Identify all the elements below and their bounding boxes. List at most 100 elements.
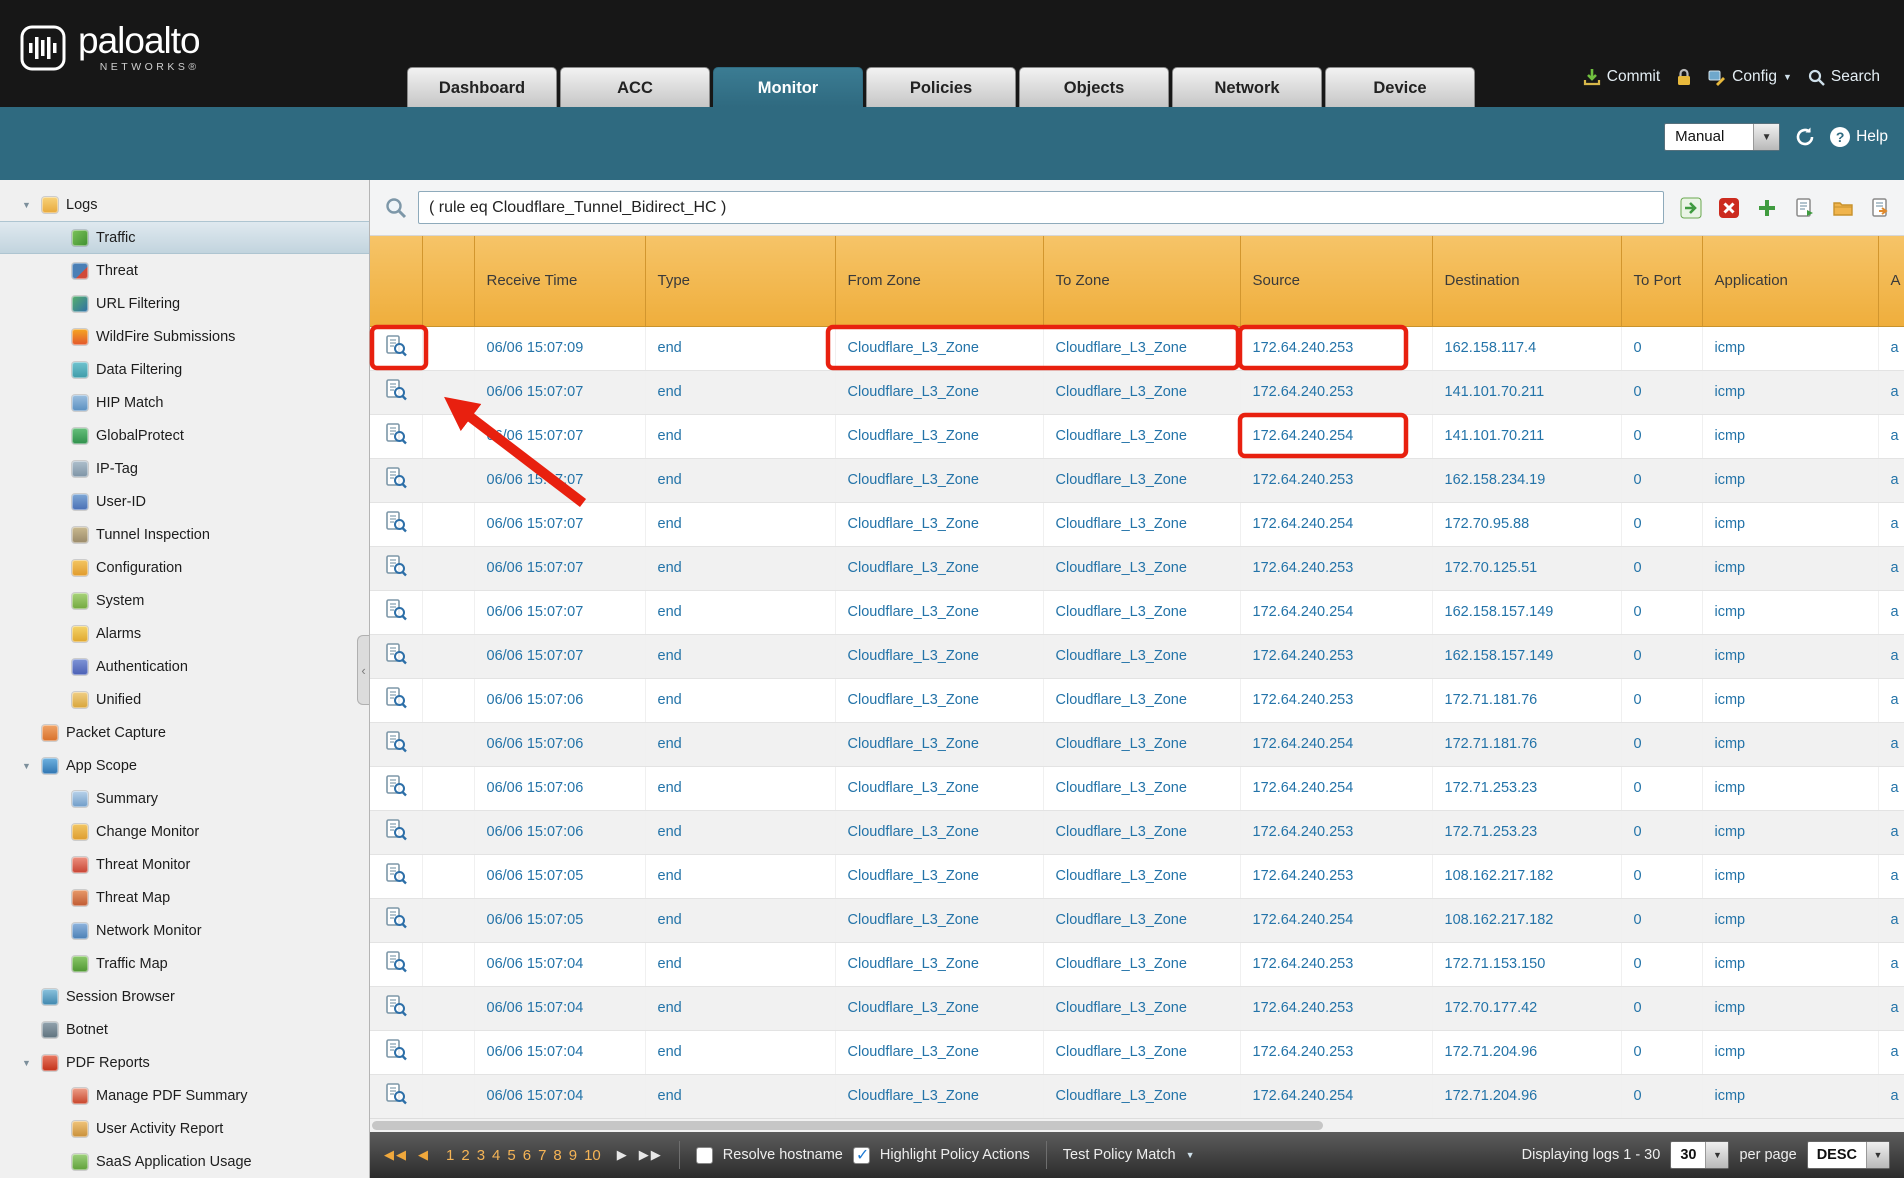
sidebar-item[interactable]: Threat Monitor: [0, 848, 369, 881]
sidebar-item[interactable]: Network Monitor: [0, 914, 369, 947]
page-number[interactable]: 5: [507, 1147, 515, 1164]
sidebar-item[interactable]: Change Monitor: [0, 815, 369, 848]
type-cell[interactable]: end: [645, 986, 835, 1030]
from-zone-cell[interactable]: Cloudflare_L3_Zone: [835, 590, 1043, 634]
log-row[interactable]: 06/06 15:07:06 end Cloudflare_L3_Zone Cl…: [370, 810, 1904, 854]
application-cell[interactable]: icmp: [1702, 458, 1878, 502]
application-cell[interactable]: icmp: [1702, 634, 1878, 678]
refresh-interval-caret-icon[interactable]: ▼: [1753, 124, 1779, 150]
receive-time-cell[interactable]: 06/06 15:07:04: [474, 942, 645, 986]
to-zone-cell[interactable]: Cloudflare_L3_Zone: [1043, 414, 1240, 458]
load-filter-button[interactable]: [1830, 195, 1856, 221]
destination-cell[interactable]: 172.71.181.76: [1432, 678, 1621, 722]
from-zone-cell[interactable]: Cloudflare_L3_Zone: [835, 546, 1043, 590]
source-cell[interactable]: 172.64.240.254: [1240, 1074, 1432, 1118]
sidebar-item[interactable]: ▼ PDF Reports: [0, 1046, 369, 1079]
log-detail-button[interactable]: [370, 326, 422, 370]
type-cell[interactable]: end: [645, 810, 835, 854]
to-zone-cell[interactable]: Cloudflare_L3_Zone: [1043, 1030, 1240, 1074]
scrollbar-thumb[interactable]: [372, 1121, 1323, 1130]
page-number[interactable]: 8: [553, 1147, 561, 1164]
action-cell[interactable]: a: [1878, 458, 1904, 502]
source-cell[interactable]: 172.64.240.254: [1240, 590, 1432, 634]
destination-cell[interactable]: 162.158.157.149: [1432, 590, 1621, 634]
to-port-cell[interactable]: 0: [1621, 590, 1702, 634]
receive-time-cell[interactable]: 06/06 15:07:04: [474, 1030, 645, 1074]
sidebar-item[interactable]: Data Filtering: [0, 353, 369, 386]
from-zone-cell[interactable]: Cloudflare_L3_Zone: [835, 634, 1043, 678]
receive-time-cell[interactable]: 06/06 15:07:09: [474, 326, 645, 370]
log-detail-button[interactable]: [370, 546, 422, 590]
apply-filter-button[interactable]: [1678, 195, 1704, 221]
to-zone-cell[interactable]: Cloudflare_L3_Zone: [1043, 898, 1240, 942]
action-cell[interactable]: a: [1878, 898, 1904, 942]
receive-time-cell[interactable]: 06/06 15:07:06: [474, 678, 645, 722]
refresh-interval-select[interactable]: Manual ▼: [1664, 123, 1780, 151]
to-port-cell[interactable]: 0: [1621, 986, 1702, 1030]
sidebar-item[interactable]: IP-Tag: [0, 452, 369, 485]
receive-time-cell[interactable]: 06/06 15:07:07: [474, 634, 645, 678]
to-port-cell[interactable]: 0: [1621, 1074, 1702, 1118]
application-cell[interactable]: icmp: [1702, 414, 1878, 458]
type-cell[interactable]: end: [645, 942, 835, 986]
to-zone-cell[interactable]: Cloudflare_L3_Zone: [1043, 546, 1240, 590]
log-detail-button[interactable]: [370, 502, 422, 546]
sidebar-item[interactable]: Configuration: [0, 551, 369, 584]
to-zone-cell[interactable]: Cloudflare_L3_Zone: [1043, 458, 1240, 502]
type-cell[interactable]: end: [645, 590, 835, 634]
receive-time-cell[interactable]: 06/06 15:07:06: [474, 722, 645, 766]
receive-time-cell[interactable]: 06/06 15:07:04: [474, 986, 645, 1030]
to-port-cell[interactable]: 0: [1621, 458, 1702, 502]
type-cell[interactable]: end: [645, 898, 835, 942]
to-zone-cell[interactable]: Cloudflare_L3_Zone: [1043, 942, 1240, 986]
sidebar-item[interactable]: Alarms: [0, 617, 369, 650]
sidebar-item[interactable]: Session Browser: [0, 980, 369, 1013]
log-row[interactable]: 06/06 15:07:04 end Cloudflare_L3_Zone Cl…: [370, 1030, 1904, 1074]
to-port-cell[interactable]: 0: [1621, 414, 1702, 458]
log-row[interactable]: 06/06 15:07:05 end Cloudflare_L3_Zone Cl…: [370, 898, 1904, 942]
log-row[interactable]: 06/06 15:07:07 end Cloudflare_L3_Zone Cl…: [370, 458, 1904, 502]
application-cell[interactable]: icmp: [1702, 986, 1878, 1030]
col-receive-time[interactable]: Receive Time: [474, 236, 645, 326]
to-port-cell[interactable]: 0: [1621, 1030, 1702, 1074]
destination-cell[interactable]: 172.71.153.150: [1432, 942, 1621, 986]
action-cell[interactable]: a: [1878, 854, 1904, 898]
page-number[interactable]: 3: [477, 1147, 485, 1164]
to-zone-cell[interactable]: Cloudflare_L3_Zone: [1043, 1074, 1240, 1118]
log-row[interactable]: 06/06 15:07:07 end Cloudflare_L3_Zone Cl…: [370, 634, 1904, 678]
to-zone-cell[interactable]: Cloudflare_L3_Zone: [1043, 370, 1240, 414]
per-page-select[interactable]: 30 ▼: [1670, 1141, 1729, 1169]
to-zone-cell[interactable]: Cloudflare_L3_Zone: [1043, 722, 1240, 766]
application-cell[interactable]: icmp: [1702, 1074, 1878, 1118]
log-detail-button[interactable]: [370, 810, 422, 854]
col-destination[interactable]: Destination: [1432, 236, 1621, 326]
log-row[interactable]: 06/06 15:07:04 end Cloudflare_L3_Zone Cl…: [370, 986, 1904, 1030]
log-detail-button[interactable]: [370, 722, 422, 766]
source-cell[interactable]: 172.64.240.254: [1240, 502, 1432, 546]
page-number[interactable]: 1: [446, 1147, 454, 1164]
test-policy-match-button[interactable]: Test Policy Match: [1063, 1147, 1176, 1163]
page-number[interactable]: 10: [584, 1147, 601, 1164]
to-port-cell[interactable]: 0: [1621, 502, 1702, 546]
action-cell[interactable]: a: [1878, 370, 1904, 414]
log-row[interactable]: 06/06 15:07:07 end Cloudflare_L3_Zone Cl…: [370, 546, 1904, 590]
receive-time-cell[interactable]: 06/06 15:07:07: [474, 458, 645, 502]
action-cell[interactable]: a: [1878, 414, 1904, 458]
from-zone-cell[interactable]: Cloudflare_L3_Zone: [835, 898, 1043, 942]
type-cell[interactable]: end: [645, 678, 835, 722]
expander-icon[interactable]: ▼: [22, 200, 42, 210]
receive-time-cell[interactable]: 06/06 15:07:07: [474, 414, 645, 458]
to-port-cell[interactable]: 0: [1621, 370, 1702, 414]
main-tab[interactable]: Objects: [1019, 67, 1169, 107]
receive-time-cell[interactable]: 06/06 15:07:04: [474, 1074, 645, 1118]
source-cell[interactable]: 172.64.240.253: [1240, 986, 1432, 1030]
to-zone-cell[interactable]: Cloudflare_L3_Zone: [1043, 678, 1240, 722]
application-cell[interactable]: icmp: [1702, 766, 1878, 810]
action-cell[interactable]: a: [1878, 678, 1904, 722]
col-to-port[interactable]: To Port: [1621, 236, 1702, 326]
from-zone-cell[interactable]: Cloudflare_L3_Zone: [835, 1074, 1043, 1118]
destination-cell[interactable]: 172.70.177.42: [1432, 986, 1621, 1030]
sidebar-item[interactable]: ▼ Logs: [0, 188, 369, 221]
application-cell[interactable]: icmp: [1702, 546, 1878, 590]
page-number[interactable]: 7: [538, 1147, 546, 1164]
